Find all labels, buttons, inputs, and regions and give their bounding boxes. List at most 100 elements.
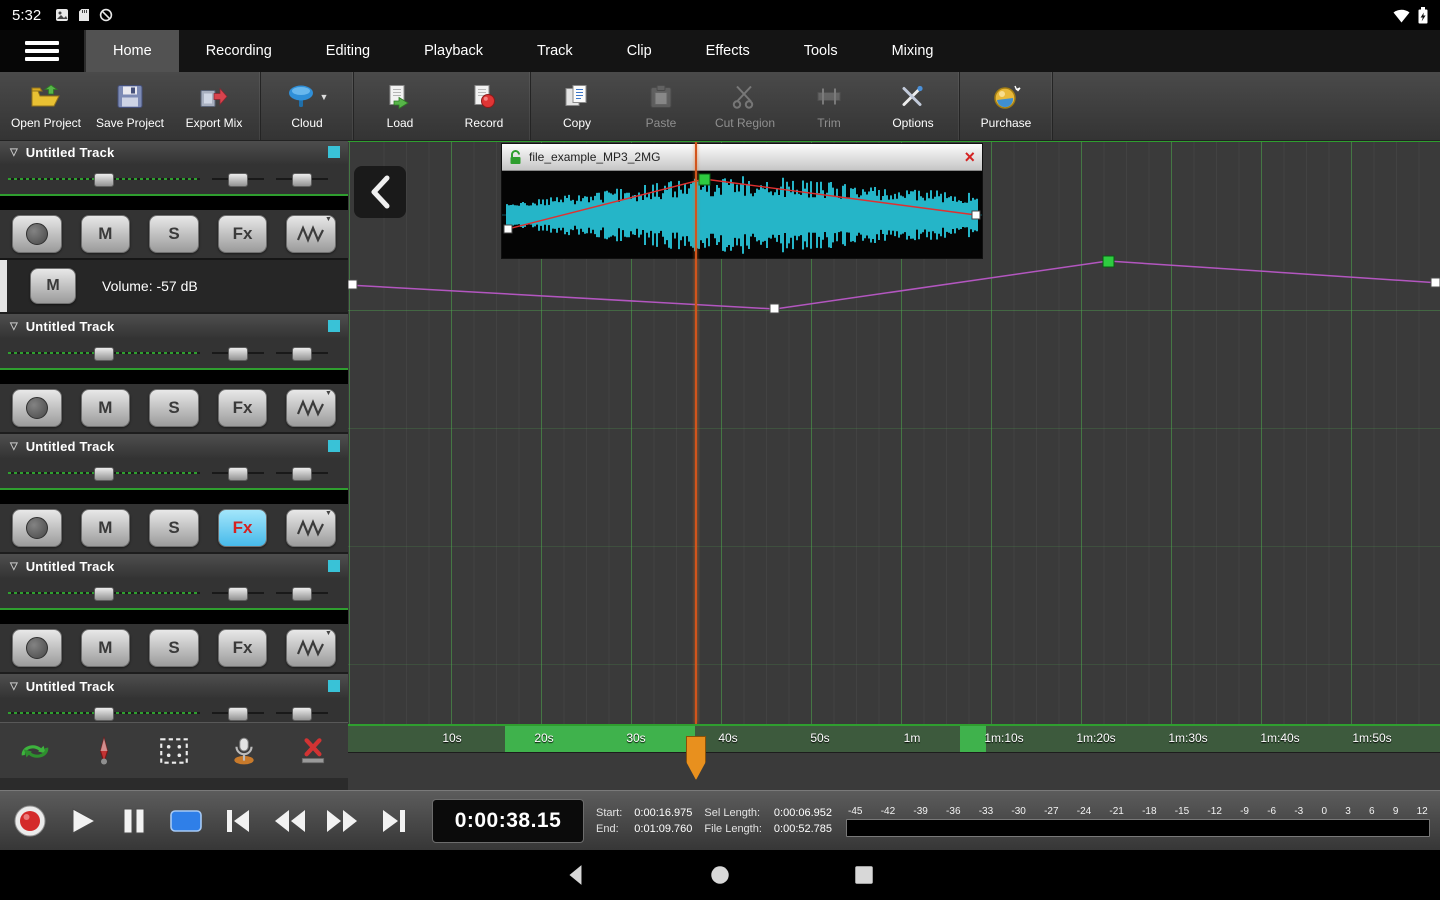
envelope-handle-selected[interactable] bbox=[698, 173, 711, 186]
track-header[interactable]: ▽ Untitled Track bbox=[0, 554, 348, 578]
volume-slider[interactable] bbox=[8, 346, 200, 361]
pan-slider[interactable] bbox=[212, 172, 264, 187]
rewind-button[interactable] bbox=[264, 794, 316, 848]
track-color-swatch[interactable] bbox=[328, 680, 340, 692]
cut-region-button[interactable]: Cut Region bbox=[703, 75, 787, 137]
options-button[interactable]: Options bbox=[871, 75, 955, 137]
open-project-button[interactable]: Open Project bbox=[4, 75, 88, 137]
volume-slider[interactable] bbox=[8, 706, 200, 721]
mic-tool-icon[interactable] bbox=[216, 729, 272, 773]
fx-button[interactable]: Fx bbox=[217, 389, 268, 427]
trim-button[interactable]: Trim bbox=[787, 75, 871, 137]
tab-effects[interactable]: Effects bbox=[679, 30, 777, 72]
tab-tools[interactable]: Tools bbox=[777, 30, 865, 72]
purchase-button[interactable]: Purchase bbox=[964, 75, 1048, 137]
fx-button[interactable]: Fx bbox=[217, 509, 268, 547]
tab-clip[interactable]: Clip bbox=[600, 30, 679, 72]
clip-waveform-area[interactable] bbox=[502, 171, 982, 258]
send-slider[interactable] bbox=[276, 346, 328, 361]
disclosure-triangle-icon[interactable]: ▽ bbox=[10, 561, 18, 572]
tab-home[interactable]: Home bbox=[86, 30, 179, 72]
tab-playback[interactable]: Playback bbox=[397, 30, 510, 72]
volume-slider[interactable] bbox=[8, 172, 200, 187]
solo-button[interactable]: S bbox=[149, 629, 199, 667]
automation-display-button[interactable]: ▼ bbox=[286, 215, 336, 253]
export-mix-button[interactable]: Export Mix bbox=[172, 75, 256, 137]
ruler-selection[interactable] bbox=[960, 726, 986, 752]
cloud-button[interactable]: ▼ Cloud bbox=[265, 75, 349, 137]
pause-button[interactable] bbox=[108, 794, 160, 848]
record-arm-button[interactable] bbox=[12, 509, 62, 547]
fx-button[interactable]: Fx bbox=[217, 629, 268, 667]
send-slider[interactable] bbox=[276, 586, 328, 601]
envelope-handle[interactable] bbox=[971, 210, 981, 220]
track-color-swatch[interactable] bbox=[328, 320, 340, 332]
record-arm-button[interactable] bbox=[12, 629, 62, 667]
solo-button[interactable]: S bbox=[149, 215, 199, 253]
automation-display-button[interactable]: ▼ bbox=[286, 509, 336, 547]
marker-tool-icon[interactable] bbox=[76, 729, 132, 773]
send-slider[interactable] bbox=[276, 466, 328, 481]
volume-mute-button[interactable]: M bbox=[30, 268, 76, 304]
track-header[interactable]: ▽ Untitled Track bbox=[0, 140, 348, 164]
clip-header[interactable]: file_example_MP3_2MG × bbox=[502, 144, 982, 171]
track-header[interactable]: ▽ Untitled Track bbox=[0, 674, 348, 698]
disclosure-triangle-icon[interactable]: ▽ bbox=[10, 441, 18, 452]
send-slider[interactable] bbox=[276, 706, 328, 721]
save-project-button[interactable]: Save Project bbox=[88, 75, 172, 137]
load-button[interactable]: Load bbox=[358, 75, 442, 137]
nav-home-button[interactable] bbox=[708, 863, 732, 887]
send-slider[interactable] bbox=[276, 172, 328, 187]
automation-handle[interactable] bbox=[348, 279, 358, 290]
pan-slider[interactable] bbox=[212, 586, 264, 601]
delete-tool-icon[interactable] bbox=[285, 729, 341, 773]
playhead-marker[interactable] bbox=[686, 736, 706, 780]
disclosure-triangle-icon[interactable]: ▽ bbox=[10, 681, 18, 692]
timeline-ruler[interactable]: 10s 20s 30s 40s 50s 1m 1m:10s 1m:20s 1m:30s 1m:40… bbox=[348, 724, 1440, 753]
tab-recording[interactable]: Recording bbox=[179, 30, 299, 72]
track-color-swatch[interactable] bbox=[328, 440, 340, 452]
paste-button[interactable]: Paste bbox=[619, 75, 703, 137]
nav-recents-button[interactable] bbox=[852, 863, 876, 887]
automation-display-button[interactable]: ▼ bbox=[286, 629, 336, 667]
clip-close-icon[interactable]: × bbox=[964, 148, 975, 166]
copy-button[interactable]: Copy bbox=[535, 75, 619, 137]
track-header[interactable]: ▽ Untitled Track bbox=[0, 434, 348, 458]
track-header[interactable]: ▽ Untitled Track bbox=[0, 314, 348, 338]
nav-back-button[interactable] bbox=[564, 863, 588, 887]
collapse-panel-button[interactable] bbox=[354, 166, 406, 218]
volume-slider[interactable] bbox=[8, 466, 200, 481]
track-color-swatch[interactable] bbox=[328, 560, 340, 572]
tab-mixing[interactable]: Mixing bbox=[865, 30, 961, 72]
mute-button[interactable]: M bbox=[80, 215, 131, 253]
record-arm-button[interactable] bbox=[12, 215, 62, 253]
disclosure-triangle-icon[interactable]: ▽ bbox=[10, 147, 18, 158]
fast-forward-button[interactable] bbox=[316, 794, 368, 848]
envelope-handle[interactable] bbox=[503, 224, 513, 234]
loop-tool-icon[interactable] bbox=[7, 729, 63, 773]
solo-button[interactable]: S bbox=[149, 389, 199, 427]
skip-end-button[interactable] bbox=[368, 794, 420, 848]
automation-display-button[interactable]: ▼ bbox=[286, 389, 336, 427]
audio-clip[interactable]: file_example_MP3_2MG × bbox=[502, 144, 982, 258]
mute-button[interactable]: M bbox=[80, 509, 131, 547]
grid-tool-icon[interactable] bbox=[146, 729, 202, 773]
tab-editing[interactable]: Editing bbox=[299, 30, 397, 72]
timeline-area[interactable]: file_example_MP3_2MG × 10s 20s 30s 40s 5… bbox=[348, 140, 1440, 792]
automation-handle-selected[interactable] bbox=[1102, 255, 1115, 268]
record-button[interactable] bbox=[4, 794, 56, 848]
fx-button[interactable]: Fx bbox=[217, 215, 268, 253]
pan-slider[interactable] bbox=[212, 346, 264, 361]
stop-button[interactable] bbox=[160, 794, 212, 848]
disclosure-triangle-icon[interactable]: ▽ bbox=[10, 321, 18, 332]
pan-slider[interactable] bbox=[212, 466, 264, 481]
play-button[interactable] bbox=[56, 794, 108, 848]
mute-button[interactable]: M bbox=[80, 629, 131, 667]
solo-button[interactable]: S bbox=[149, 509, 199, 547]
automation-handle[interactable] bbox=[1430, 277, 1440, 288]
automation-handle[interactable] bbox=[769, 303, 780, 314]
record-button[interactable]: Record bbox=[442, 75, 526, 137]
track-color-swatch[interactable] bbox=[328, 146, 340, 158]
menu-button[interactable] bbox=[0, 30, 86, 72]
volume-slider[interactable] bbox=[8, 586, 200, 601]
